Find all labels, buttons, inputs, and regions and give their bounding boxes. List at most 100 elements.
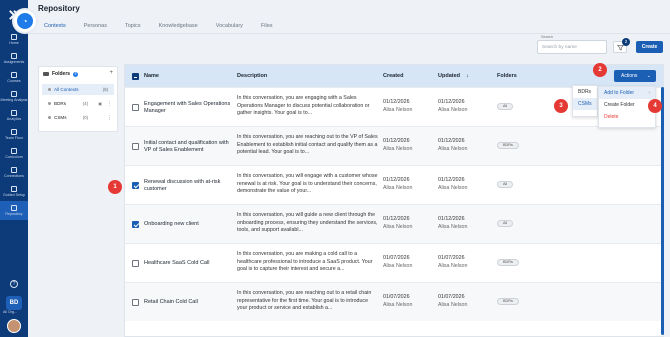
row-checkbox[interactable] xyxy=(132,260,139,267)
table-row[interactable]: Renewal discussion with at-risk customer… xyxy=(125,165,663,205)
updated-by: Alisa Nelson xyxy=(438,106,468,113)
folder-item-all-contexts[interactable]: All Contexts (8) xyxy=(42,84,114,95)
nav-item-home[interactable]: Home xyxy=(0,30,28,49)
more-icon[interactable]: ⋮ xyxy=(107,101,112,107)
row-description: In this conversation, you will guide a n… xyxy=(237,212,378,234)
tab-topics[interactable]: Topics xyxy=(119,20,147,34)
nav-item-repository[interactable]: Repository xyxy=(0,201,28,220)
nav-label: Assignments xyxy=(3,60,25,64)
created-date: 01/12/2026 xyxy=(383,99,410,105)
row-checkbox[interactable] xyxy=(132,299,139,306)
menu-item-delete[interactable]: Delete xyxy=(599,111,655,123)
nav-item-team-floor[interactable]: Team Floor xyxy=(0,125,28,144)
folder-badge: All xyxy=(497,220,514,227)
row-checkbox[interactable] xyxy=(132,182,139,189)
nav-item-courses[interactable]: Courses xyxy=(0,68,28,87)
row-updated: 01/12/2026 Alisa Nelson xyxy=(438,138,467,153)
header-updated[interactable]: Updated xyxy=(438,73,460,79)
row-checkbox[interactable] xyxy=(132,221,139,228)
tab-vocabulary[interactable]: Vocabulary xyxy=(210,20,249,34)
nav-item-assignments[interactable]: Assignments xyxy=(0,49,28,68)
tab-knowledgebase[interactable]: Knowledgebase xyxy=(153,20,204,34)
tab-personas[interactable]: Personas xyxy=(78,20,113,34)
repository-icon xyxy=(11,205,17,211)
nav-label: Meeting Analysis xyxy=(0,98,28,102)
info-icon[interactable]: ? xyxy=(73,71,79,77)
assignments-icon xyxy=(11,53,17,59)
row-name[interactable]: Renewal discussion with at-risk customer xyxy=(144,166,232,205)
created-by: Alisa Nelson xyxy=(383,184,413,191)
select-all-checkbox[interactable] xyxy=(132,73,139,80)
row-description: In this conversation, you are reaching o… xyxy=(237,290,372,312)
row-created: 01/12/2026 Alisa Nelson xyxy=(383,216,412,231)
home-icon xyxy=(11,34,17,40)
menu-item-label: Add to Folder xyxy=(604,90,635,96)
folder-count: (4) xyxy=(82,101,88,106)
sort-down-icon[interactable]: ↓ xyxy=(466,73,469,79)
help-icon[interactable]: ? xyxy=(10,280,18,288)
step-badge-3: 3 xyxy=(554,99,568,113)
row-created: 01/07/2026 Alisa Nelson xyxy=(383,255,412,270)
nav-item-curriculum[interactable]: Curriculum xyxy=(0,144,28,163)
row-name[interactable]: Onboarding new client xyxy=(144,205,232,244)
page-title: Repository xyxy=(38,4,80,13)
created-by: Alisa Nelson xyxy=(383,106,413,113)
chevron-right-icon: › xyxy=(648,90,650,96)
row-description: In this conversation, you will engage wi… xyxy=(237,173,378,195)
actions-button[interactable]: Actions ⌄ xyxy=(614,70,656,82)
menu-item-bdrs[interactable]: BDRs xyxy=(573,86,597,98)
nav-item-connections[interactable]: Connections xyxy=(0,163,28,182)
table-row[interactable]: Onboarding new client In this conversatio… xyxy=(125,204,663,244)
nav-label: Connections xyxy=(4,174,24,178)
row-name-text: Retail Chain Cold Call xyxy=(144,299,198,305)
folder-icon xyxy=(43,72,49,76)
table-row[interactable]: Initial contact and qualification with V… xyxy=(125,126,663,166)
folder-badge: BDRs xyxy=(497,259,519,266)
assistant-icon: ◔ xyxy=(17,13,33,29)
table-row[interactable]: Retail Chain Cold Call In this conversati… xyxy=(125,282,663,322)
search-label: Search xyxy=(541,35,554,39)
menu-item-add-to-folder[interactable]: Add to Folder › xyxy=(599,87,655,99)
created-date: 01/12/2026 xyxy=(383,177,410,183)
tab-files[interactable]: Files xyxy=(255,20,279,34)
table-row[interactable]: Healthcare SaaS Cold Call In this convers… xyxy=(125,243,663,283)
row-updated: 01/12/2026 Alisa Nelson xyxy=(438,99,467,114)
nav-rail: Home Assignments Courses Meeting Analysis An… xyxy=(0,0,28,337)
more-icon[interactable]: ⋮ xyxy=(107,115,112,121)
nav-item-guided-setup[interactable]: Guided Setup xyxy=(0,182,28,201)
header-created[interactable]: Created xyxy=(383,73,403,79)
row-name[interactable]: Engagement with Sales Operations Manager xyxy=(144,88,232,127)
menu-item-csms[interactable]: CSMs xyxy=(573,98,597,110)
search-input[interactable]: Search Search by name xyxy=(537,35,607,54)
row-name[interactable]: Initial contact and qualification with V… xyxy=(144,127,232,166)
row-name-text: Renewal discussion with at-risk customer xyxy=(144,178,221,192)
row-name-text: Onboarding new client xyxy=(144,221,199,227)
table-header: Name Description Created Updated ↓ Folde… xyxy=(125,65,663,87)
menu-item-create-folder[interactable]: Create Folder xyxy=(599,99,655,111)
user-avatar[interactable] xyxy=(7,319,21,333)
nav-label: Guided Setup xyxy=(3,193,25,197)
updated-date: 01/07/2026 xyxy=(438,294,465,300)
row-name[interactable]: Healthcare SaaS Cold Call xyxy=(144,244,232,283)
app: Home Assignments Courses Meeting Analysis An… xyxy=(0,0,670,337)
scrollbar[interactable] xyxy=(661,87,664,335)
header-name[interactable]: Name xyxy=(144,73,159,79)
org-label: All Org... xyxy=(3,310,17,314)
nav-item-meeting-analysis[interactable]: Meeting Analysis xyxy=(0,87,28,106)
row-description: In this conversation, you are making a c… xyxy=(237,251,373,273)
row-checkbox[interactable] xyxy=(132,143,139,150)
add-folder-icon[interactable]: + xyxy=(109,70,113,76)
assistant-button[interactable]: ◔ xyxy=(14,10,36,32)
row-name[interactable]: Retail Chain Cold Call xyxy=(144,283,232,322)
row-checkbox[interactable] xyxy=(132,104,139,111)
nav-item-analytics[interactable]: Analytics xyxy=(0,106,28,125)
folder-item-csms[interactable]: CSMs (0) ⋮ xyxy=(42,112,114,123)
filter-button[interactable]: 2 xyxy=(613,38,630,53)
folder-item-bdrs[interactable]: BDRs (4) ▣ ⋮ xyxy=(42,98,114,109)
org-avatar[interactable]: BD xyxy=(6,296,22,310)
create-button[interactable]: Create xyxy=(636,41,663,53)
folder-badge: BDRs xyxy=(497,298,519,305)
updated-date: 01/12/2026 xyxy=(438,99,465,105)
nav-label: Repository xyxy=(5,212,23,216)
tab-contexts[interactable]: Contexts xyxy=(38,20,72,34)
